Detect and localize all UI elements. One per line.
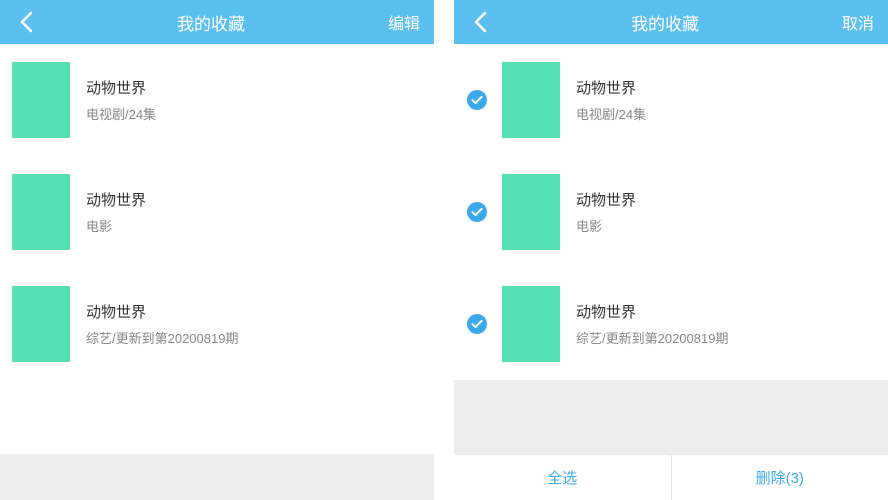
- item-subtitle: 电影: [86, 216, 422, 235]
- checkbox-checked-icon[interactable]: [466, 89, 488, 111]
- checkbox-checked-icon[interactable]: [466, 201, 488, 223]
- thumbnail: [12, 174, 70, 250]
- delete-button[interactable]: 删除(3): [671, 455, 888, 500]
- thumbnail: [502, 174, 560, 250]
- favorites-list: 动物世界 电视剧/24集 动物世界 电影 动物世界 综艺/更新到第2020081…: [0, 44, 434, 454]
- header: 我的收藏 编辑: [0, 0, 434, 44]
- item-title: 动物世界: [86, 301, 422, 322]
- item-title: 动物世界: [576, 189, 876, 210]
- item-subtitle: 综艺/更新到第20200819期: [86, 328, 422, 347]
- item-title: 动物世界: [86, 189, 422, 210]
- footer-spacer: [0, 454, 434, 500]
- edit-button[interactable]: 编辑: [384, 10, 420, 34]
- item-subtitle: 电影: [576, 216, 876, 235]
- list-item[interactable]: 动物世界 综艺/更新到第20200819期: [0, 268, 434, 380]
- select-all-button[interactable]: 全选: [454, 455, 671, 500]
- cancel-button[interactable]: 取消: [838, 10, 874, 34]
- thumbnail: [12, 286, 70, 362]
- page-title: 我的收藏: [38, 10, 384, 35]
- item-subtitle: 电视剧/24集: [86, 104, 422, 123]
- item-info: 动物世界 电影: [86, 189, 422, 235]
- item-info: 动物世界 电影: [576, 189, 876, 235]
- thumbnail: [502, 286, 560, 362]
- item-title: 动物世界: [576, 77, 876, 98]
- item-info: 动物世界 电视剧/24集: [576, 77, 876, 123]
- list-item[interactable]: 动物世界 电视剧/24集: [0, 44, 434, 156]
- thumbnail: [12, 62, 70, 138]
- list-item[interactable]: 动物世界 电影: [454, 156, 888, 268]
- item-title: 动物世界: [86, 77, 422, 98]
- item-info: 动物世界 电视剧/24集: [86, 77, 422, 123]
- screen-normal: 我的收藏 编辑 动物世界 电视剧/24集 动物世界 电影 动物世界 综艺/更新到…: [0, 0, 434, 500]
- page-title: 我的收藏: [492, 10, 838, 35]
- list-item[interactable]: 动物世界 综艺/更新到第20200819期: [454, 268, 888, 380]
- item-title: 动物世界: [576, 301, 876, 322]
- item-info: 动物世界 综艺/更新到第20200819期: [576, 301, 876, 347]
- screen-edit: 我的收藏 取消 动物世界 电视剧/24集 动物世界 电影: [454, 0, 888, 500]
- thumbnail: [502, 62, 560, 138]
- back-icon[interactable]: [14, 10, 38, 34]
- item-subtitle: 电视剧/24集: [576, 104, 876, 123]
- item-subtitle: 综艺/更新到第20200819期: [576, 328, 876, 347]
- header: 我的收藏 取消: [454, 0, 888, 44]
- list-item[interactable]: 动物世界 电视剧/24集: [454, 44, 888, 156]
- favorites-list: 动物世界 电视剧/24集 动物世界 电影 动物世界 综艺/更新到第2020081…: [454, 44, 888, 454]
- edit-toolbar: 全选 删除(3): [454, 454, 888, 500]
- item-info: 动物世界 综艺/更新到第20200819期: [86, 301, 422, 347]
- back-icon[interactable]: [468, 10, 492, 34]
- list-item[interactable]: 动物世界 电影: [0, 156, 434, 268]
- checkbox-checked-icon[interactable]: [466, 313, 488, 335]
